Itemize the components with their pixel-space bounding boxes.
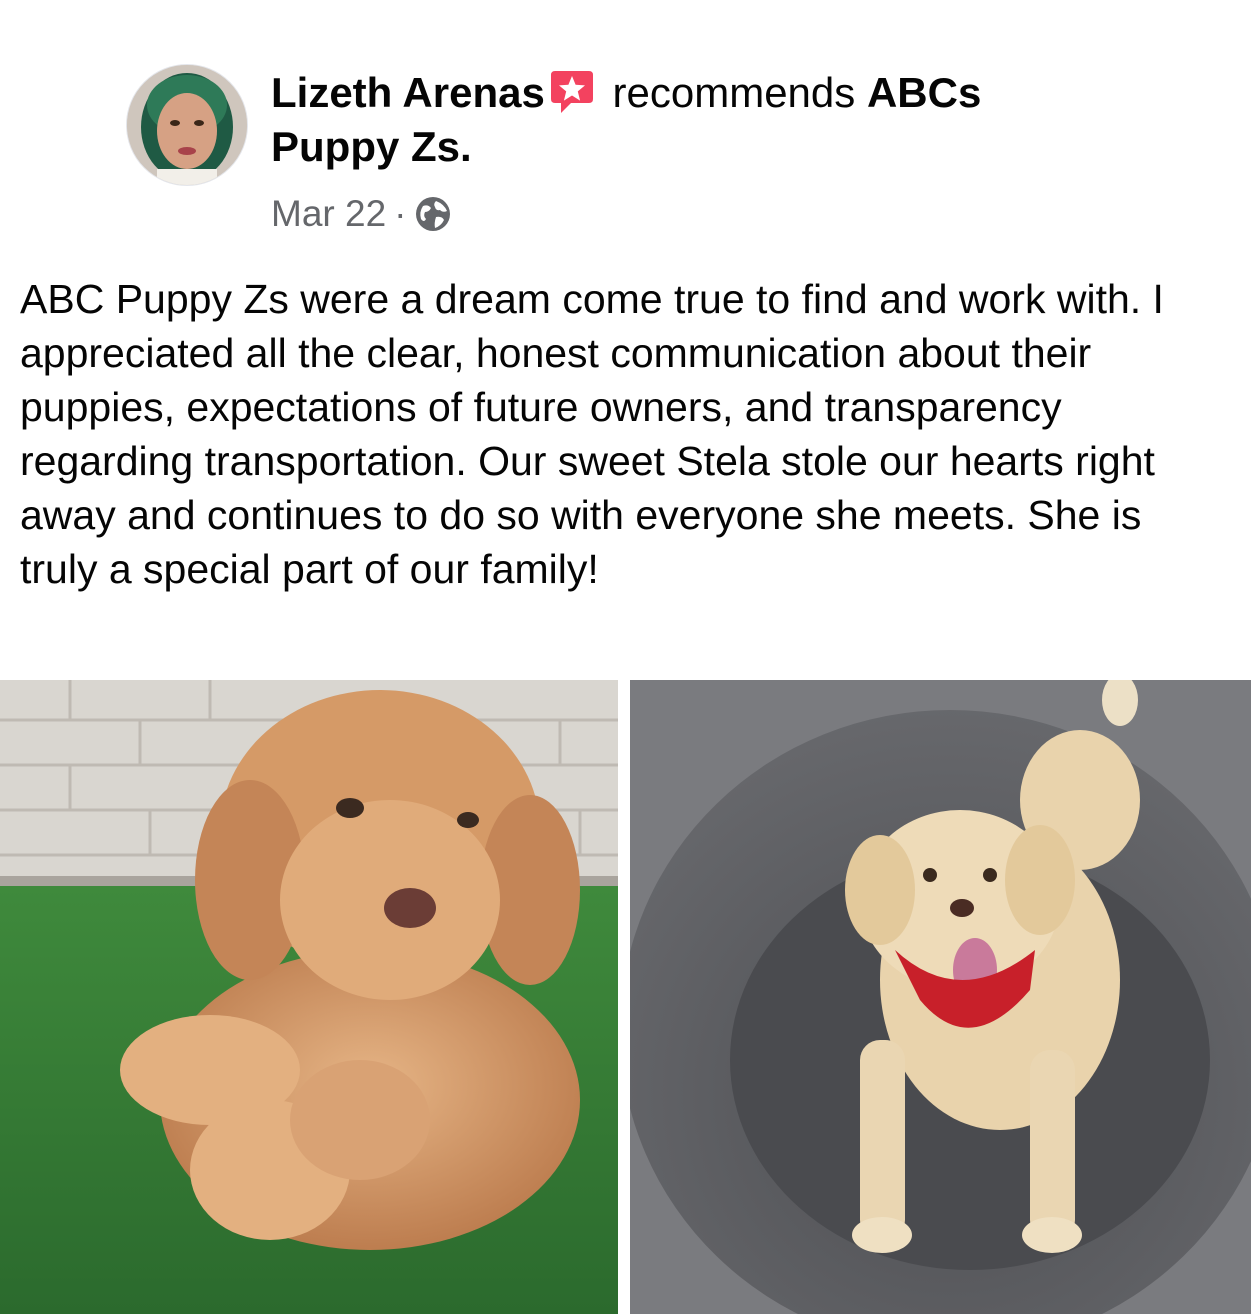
post-date[interactable]: Mar 22 [271, 190, 386, 238]
globe-icon[interactable] [414, 195, 452, 233]
meta-separator: · [394, 193, 407, 234]
page-name-part1[interactable]: ABCs [867, 69, 981, 116]
dog-on-bed-photo[interactable] [630, 680, 1251, 1314]
puppy-on-grass-photo[interactable] [0, 680, 618, 1314]
post-header: Lizeth Arenas recommends ABCs Puppy Zs. … [0, 0, 1251, 250]
recommendation-star-icon [549, 67, 595, 115]
author-avatar[interactable] [126, 64, 248, 186]
post-meta: Mar 22 · [271, 190, 452, 238]
post-body: ABC Puppy Zs were a dream come true to f… [20, 276, 1164, 592]
author-name[interactable]: Lizeth Arenas [271, 69, 545, 116]
action-text: recommends [612, 69, 856, 116]
post-title: Lizeth Arenas recommends ABCs Puppy Zs. [271, 66, 1171, 174]
page-name-part2[interactable]: Puppy Zs. [271, 123, 472, 170]
